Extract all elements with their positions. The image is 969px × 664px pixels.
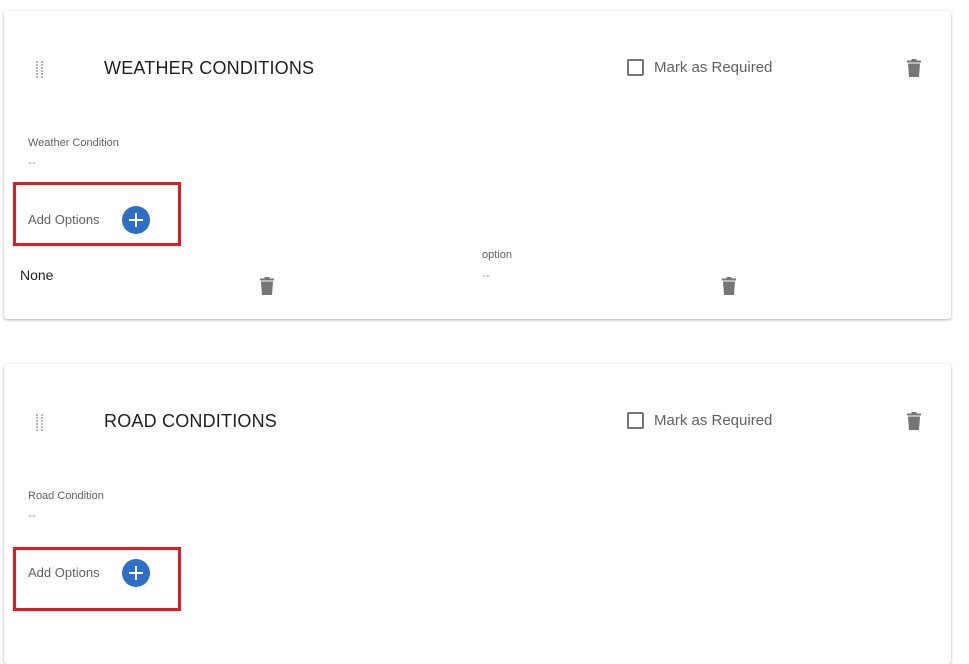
road-condition-value: -- [28, 508, 36, 522]
trash-icon[interactable] [260, 277, 274, 295]
mark-as-required-label: Mark as Required [654, 412, 773, 429]
mark-as-required-toggle[interactable]: Mark as Required [627, 412, 772, 429]
section-title: ROAD CONDITIONS [104, 411, 278, 431]
road-conditions-card: ROAD CONDITIONS Mark as Required Road Co… [4, 364, 951, 664]
option-label: option [482, 249, 512, 261]
trash-icon[interactable] [907, 59, 921, 77]
mark-as-required-toggle[interactable]: Mark as Required [627, 59, 772, 76]
checkbox-icon[interactable] [627, 59, 644, 76]
add-options-label: Add Options [28, 212, 100, 227]
trash-icon[interactable] [907, 412, 921, 430]
add-option-button[interactable] [122, 206, 150, 234]
weather-condition-label: Weather Condition [28, 137, 119, 149]
weather-conditions-card: WEATHER CONDITIONS Mark as Required Weat… [4, 11, 951, 319]
checkbox-icon[interactable] [627, 412, 644, 429]
drag-handle-icon[interactable] [36, 414, 44, 432]
option-value: -- [482, 268, 490, 282]
trash-icon[interactable] [722, 277, 736, 295]
add-options-label: Add Options [28, 565, 100, 580]
section-title: WEATHER CONDITIONS [104, 58, 315, 78]
option-name: None [20, 267, 54, 283]
drag-handle-icon[interactable] [36, 61, 44, 79]
road-condition-label: Road Condition [28, 490, 104, 502]
mark-as-required-label: Mark as Required [654, 59, 773, 76]
add-option-button[interactable] [122, 559, 150, 587]
weather-condition-value: -- [28, 155, 36, 169]
